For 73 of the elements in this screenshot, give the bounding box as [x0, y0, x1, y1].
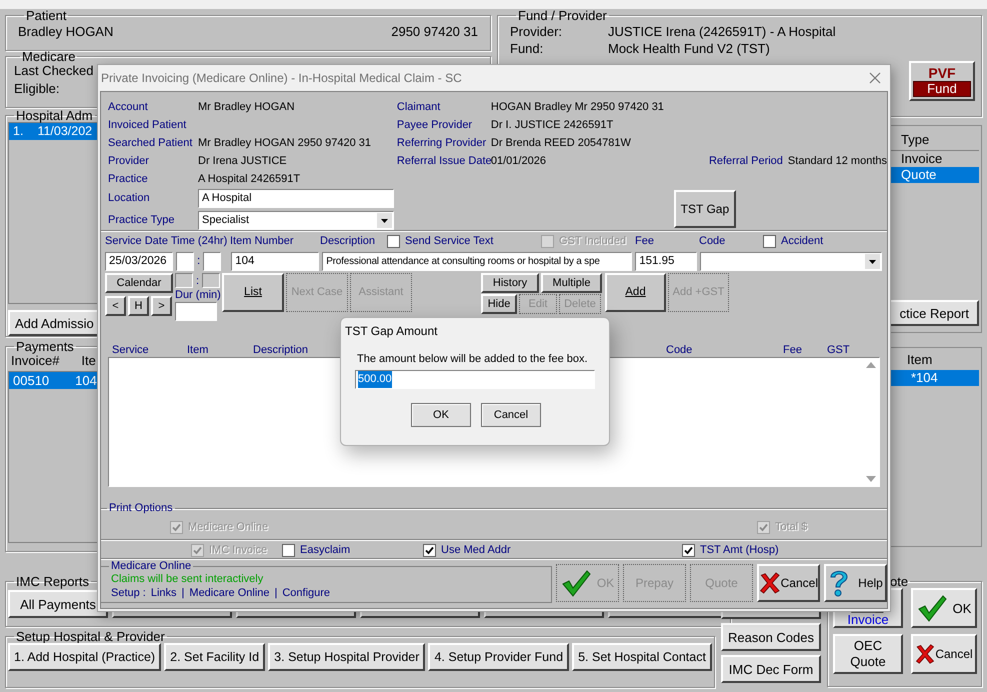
- column-header: Ite: [81, 353, 96, 369]
- checkbox-label: GST Included: [559, 234, 626, 250]
- field-value: Mr Bradley HOGAN: [198, 100, 296, 115]
- field-value: Mr Bradley HOGAN 2950 97420 31: [198, 136, 372, 151]
- field-label: Code: [699, 234, 726, 250]
- column-header: Code: [666, 344, 692, 356]
- field-label: Fund:: [510, 40, 544, 57]
- field-label: Item Number: [230, 234, 295, 250]
- checkbox-label: Accident: [781, 234, 824, 250]
- setup-label: Setup :: [111, 586, 146, 600]
- field-label: Provider: [108, 154, 150, 169]
- field-label: Location: [108, 191, 151, 206]
- checkbox-label: Medicare Online: [188, 520, 268, 535]
- checkbox-label: Easyclaim: [300, 542, 350, 558]
- link-separator: |: [274, 586, 278, 600]
- checkbox-label: IMC Invoice: [209, 542, 268, 558]
- column-header: Fee: [783, 344, 802, 356]
- field-value: JUSTICE Irena (2426591T) - A Hospital: [608, 23, 836, 40]
- field-value: HOGAN Bradley Mr 2950 97420 31: [490, 100, 664, 115]
- group-title: Fund / Provider: [517, 9, 608, 22]
- field-label: Payee Provider: [396, 118, 474, 133]
- field-value: 01/01/2026: [490, 154, 547, 169]
- field-value: Dr Brenda REED 2054781W: [490, 136, 632, 151]
- field-label: Provider:: [510, 23, 564, 40]
- checkbox-label: Use Med Addr: [441, 542, 511, 558]
- column-header: Item: [187, 344, 208, 356]
- time-separator: :: [197, 254, 200, 269]
- field-value: Dr Irena JUSTICE: [198, 154, 288, 169]
- field-label: Claimant: [396, 100, 442, 115]
- field-label: Practice Type: [108, 213, 176, 228]
- column-header: Service: [112, 344, 149, 356]
- field-label: Eligible:: [14, 81, 60, 96]
- group-title: Medicare: [21, 50, 76, 63]
- checkbox-label: TST Amt (Hosp): [700, 542, 779, 558]
- checkbox-label: Send Service Text: [405, 234, 494, 250]
- patient-name: Bradley HOGAN: [18, 23, 114, 41]
- field-value: Standard 12 months: [788, 154, 887, 169]
- window-title: TST Gap Amount: [345, 323, 438, 340]
- field-value: Dr I. JUSTICE 2426591T: [490, 118, 614, 133]
- field-value: Mock Health Fund V2 (TST): [608, 40, 771, 57]
- group-title: ote: [889, 575, 910, 588]
- column-header: Type: [900, 131, 930, 149]
- group-title: Hospital Adm: [15, 109, 94, 122]
- field-label: Referring Provider: [396, 136, 488, 151]
- time-separator: :: [196, 274, 200, 286]
- status-text: Claims will be sent interactively: [111, 572, 264, 586]
- field-label: Service Date Time (24hr): [105, 234, 228, 250]
- field-label: Fee: [635, 234, 655, 250]
- field-label: Description: [320, 234, 376, 250]
- group-title: Print Options: [108, 503, 174, 514]
- window-title: Private Invoicing (Medicare Online) - In-Hospital Medical Claim - SC: [101, 70, 462, 87]
- dialog-message: The amount below will be added to the fee box.: [357, 352, 589, 366]
- field-label: Searched Patient: [108, 136, 194, 151]
- link-separator: |: [182, 586, 184, 600]
- group-title: Payments: [15, 340, 75, 353]
- field-label: Account: [108, 100, 149, 115]
- field-label: Invoiced Patient: [108, 118, 188, 133]
- group-title: IMC Reports: [15, 575, 90, 588]
- group-title: Patient: [25, 9, 68, 22]
- checkbox-label: Total $: [775, 520, 808, 535]
- group-title: Setup Hospital & Provider: [15, 630, 166, 643]
- column-header: Item: [906, 352, 934, 368]
- column-header: Invoice#: [11, 353, 60, 369]
- column-header: GST: [827, 344, 850, 356]
- group-title: Medicare Online: [110, 561, 192, 572]
- field-label: Last Checked: [14, 63, 94, 78]
- column-header: Description: [253, 344, 308, 356]
- field-label: Referral Period: [708, 154, 783, 169]
- field-value: A Hospital 2426591T: [198, 172, 302, 187]
- patient-number: 2950 97420 31: [391, 23, 478, 41]
- field-label: Referral Issue Date: [396, 154, 491, 169]
- field-label: Dur (min): [175, 288, 221, 302]
- field-label: Practice: [108, 172, 149, 187]
